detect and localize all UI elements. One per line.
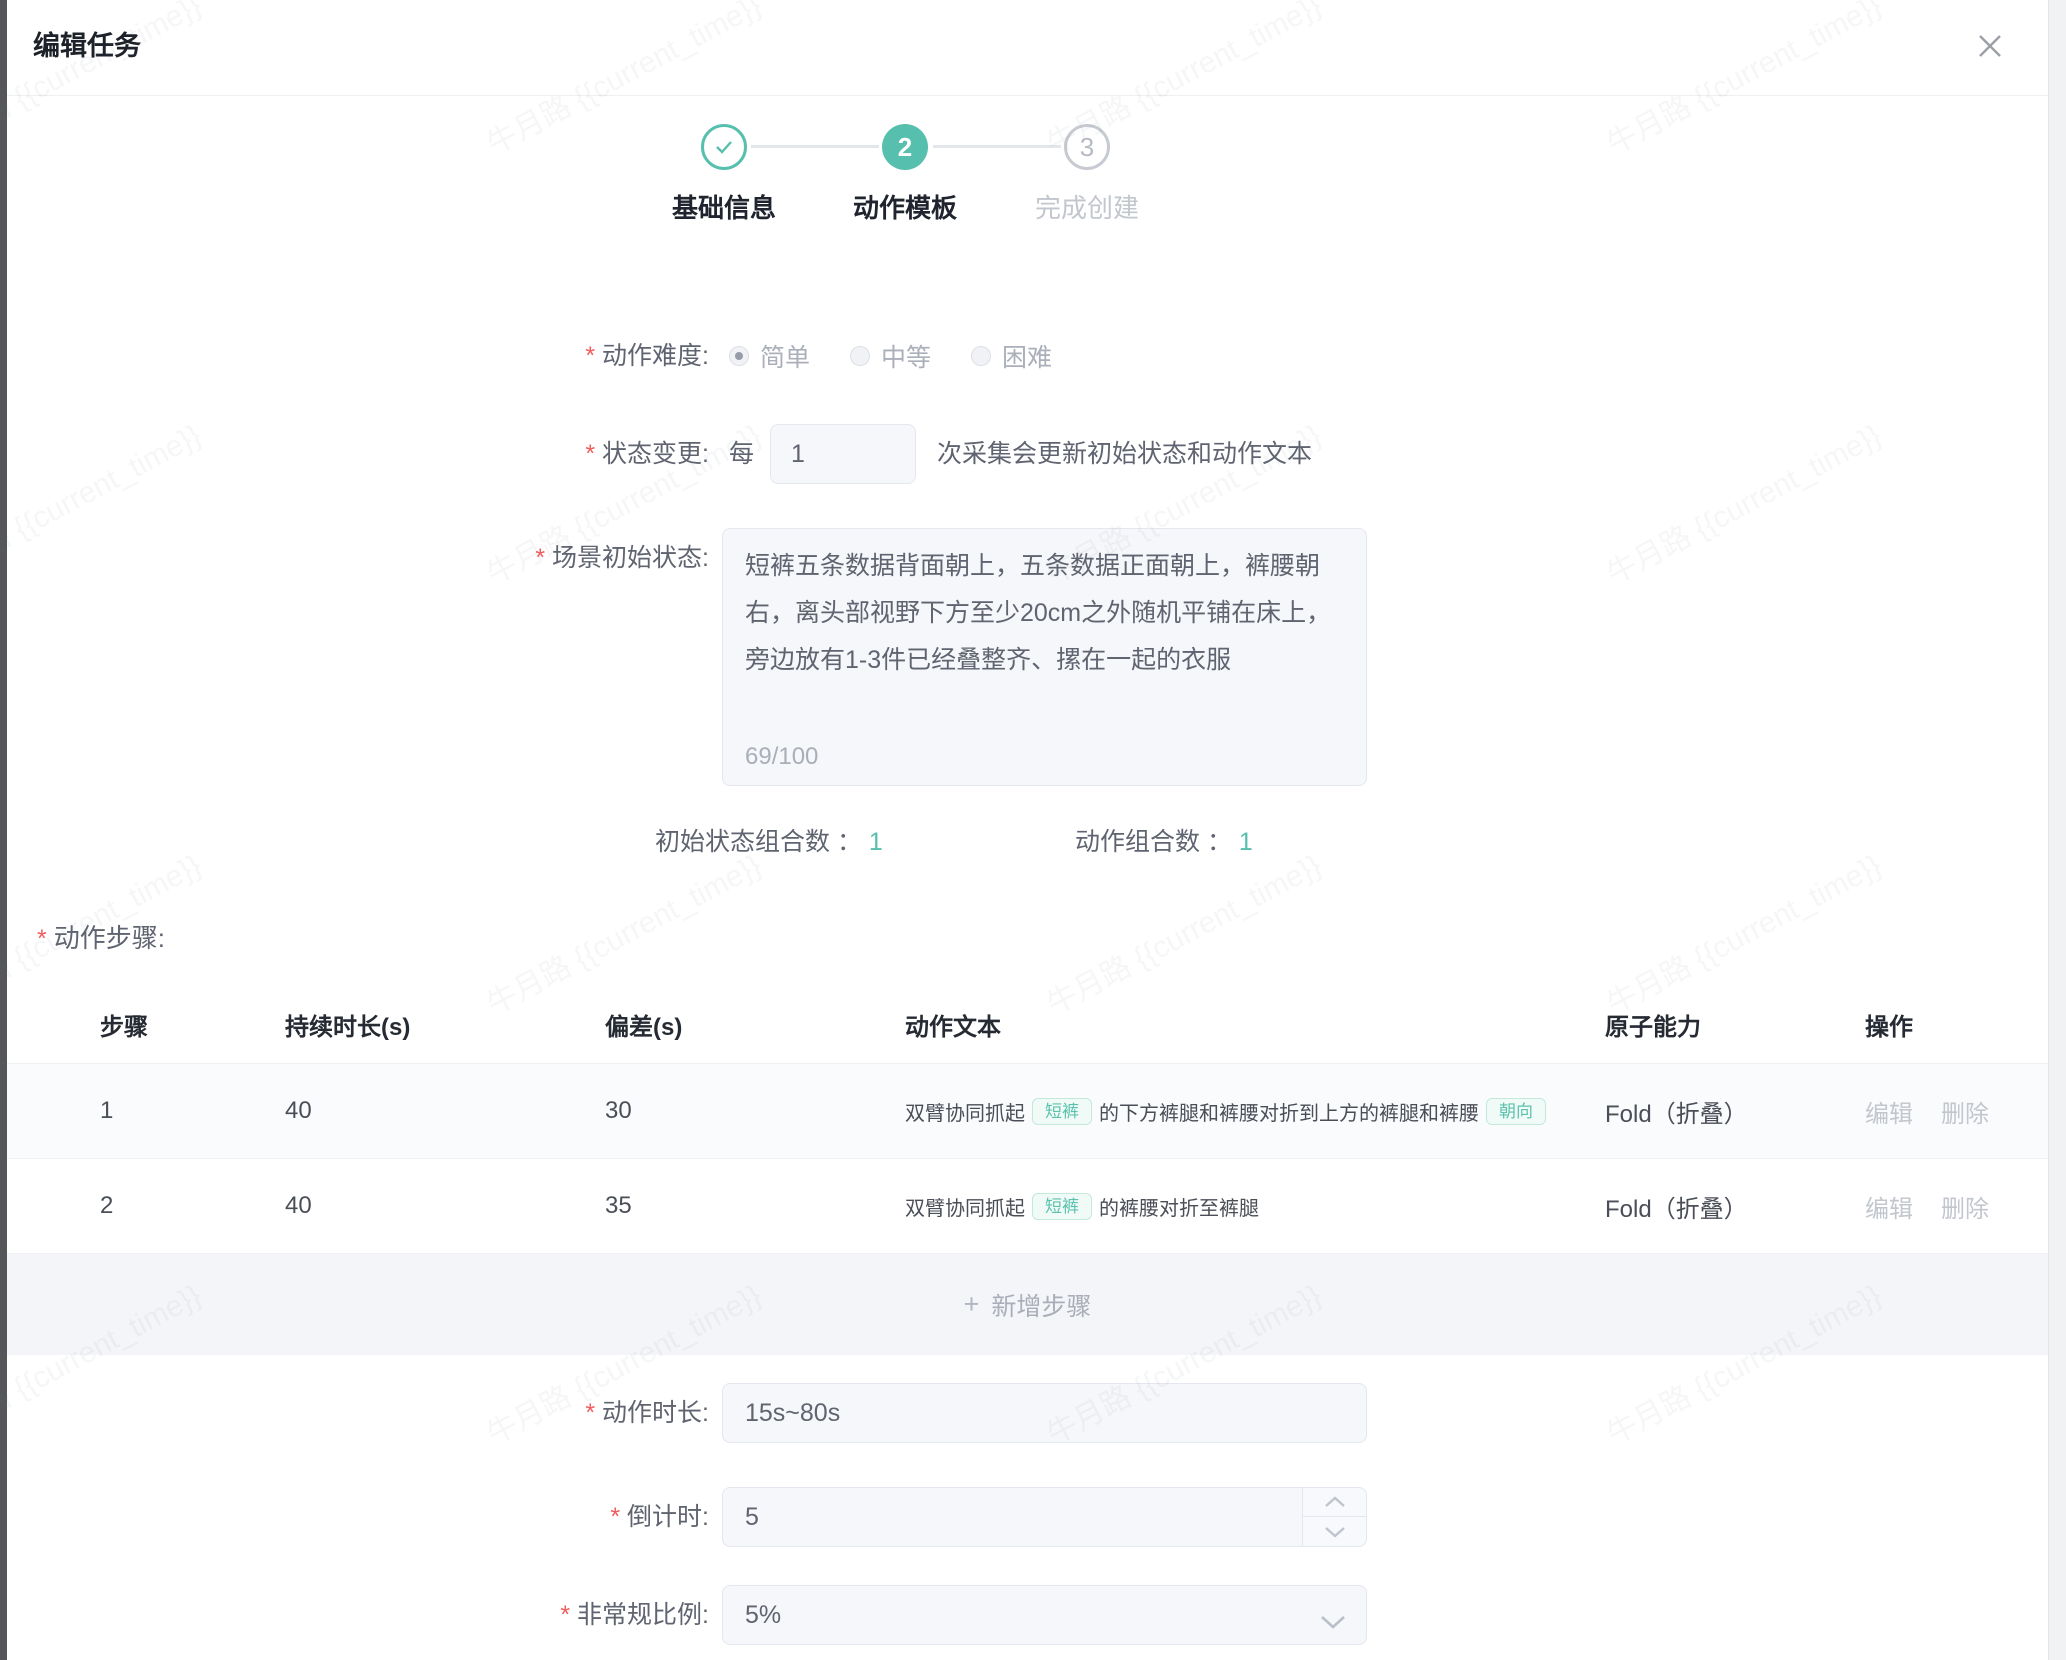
text-fragment: 双臂协同抓起 [905, 1097, 1025, 1126]
state-change-label: *状态变更: [257, 424, 709, 484]
action-combo-count: 动作组合数 ： 1 [1075, 820, 1253, 864]
spinner-down-button[interactable] [1303, 1517, 1366, 1546]
initial-state-label: *场景初始状态: [257, 538, 709, 578]
delete-link[interactable]: 删除 [1941, 1094, 1989, 1129]
stepper: 2 3 基础信息 动作模板 完成创建 [7, 0, 2048, 240]
row-deviation: 35 [605, 1192, 905, 1220]
step-3-label: 完成创建 [977, 188, 1197, 225]
required-asterisk: * [585, 342, 595, 370]
col-ability: 原子能力 [1605, 1007, 1865, 1042]
radio-label: 简单 [760, 338, 810, 374]
radio-label: 中等 [881, 338, 931, 374]
radio-label: 困难 [1002, 338, 1052, 374]
edit-link[interactable]: 编辑 [1865, 1189, 1913, 1224]
unusual-ratio-label: *非常规比例: [257, 1585, 709, 1645]
difficulty-row: *动作难度: 简单 中等 困难 [7, 330, 2048, 382]
countdown-spinner [1302, 1488, 1366, 1546]
step-1-circle [701, 124, 747, 170]
edit-link[interactable]: 编辑 [1865, 1094, 1913, 1129]
initial-state-text: 短裤五条数据背面朝上，五条数据正面朝上，裤腰朝右，离头部视野下方至少20cm之外… [745, 543, 1344, 684]
difficulty-radio-中等[interactable]: 中等 [850, 338, 931, 374]
row-deviation: 30 [605, 1097, 905, 1125]
row-actions: 编辑删除 [1865, 1189, 2048, 1224]
action-steps-table: 步骤 持续时长(s) 偏差(s) 动作文本 原子能力 操作 14030双臂协同抓… [7, 985, 2048, 1355]
chevron-down-icon [1320, 1608, 1346, 1624]
table-row: 24035双臂协同抓起短裤的裤腰对折至裤腿Fold（折叠）编辑删除 [7, 1158, 2048, 1253]
row-action-text: 双臂协同抓起短裤的裤腰对折至裤腿 [905, 1192, 1605, 1221]
col-deviation: 偏差(s) [605, 1007, 905, 1042]
countdown-row: *倒计时: 5 [7, 1487, 2048, 1547]
row-step: 2 [100, 1192, 285, 1220]
row-step: 1 [100, 1097, 285, 1125]
initial-state-row: *场景初始状态: 短裤五条数据背面朝上，五条数据正面朝上，裤腰朝右，离头部视野下… [7, 528, 2048, 786]
row-ability: Fold（折叠） [1605, 1094, 1865, 1129]
row-ability: Fold（折叠） [1605, 1189, 1865, 1224]
text-fragment: 的下方裤腿和裤腰对折到上方的裤腿和裤腰 [1099, 1097, 1479, 1126]
step-3-circle: 3 [1064, 124, 1110, 170]
required-asterisk: * [535, 544, 545, 572]
initial-combo-count: 初始状态组合数 ： 1 [655, 820, 883, 864]
step-connector [933, 145, 1061, 148]
state-change-row: *状态变更: 每 1 次采集会更新初始状态和动作文本 [7, 424, 2048, 484]
required-asterisk: * [560, 1601, 570, 1629]
difficulty-radio-困难[interactable]: 困难 [971, 338, 1052, 374]
spinner-up-button[interactable] [1303, 1488, 1366, 1517]
edit-task-dialog: 编辑任务 2 3 基础信息 动作模板 完成创建 *动作难度: 简单中等困难 *状… [7, 0, 2048, 1660]
step-2-circle: 2 [882, 124, 928, 170]
action-steps-section-label: *动作步骤: [37, 918, 165, 955]
difficulty-radio-简单[interactable]: 简单 [729, 338, 810, 374]
difficulty-label: *动作难度: [257, 330, 709, 382]
countdown-input[interactable]: 5 [722, 1487, 1367, 1547]
radio-icon [971, 346, 991, 366]
initial-state-textarea[interactable]: 短裤五条数据背面朝上，五条数据正面朝上，裤腰朝右，离头部视野下方至少20cm之外… [722, 528, 1367, 786]
page-behind-right-edge [2048, 0, 2066, 1660]
row-action-text: 双臂协同抓起短裤的下方裤腿和裤腰对折到上方的裤腿和裤腰朝向 [905, 1097, 1605, 1126]
col-duration: 持续时长(s) [285, 1007, 605, 1042]
table-header-row: 步骤 持续时长(s) 偏差(s) 动作文本 原子能力 操作 [7, 985, 2048, 1063]
plus-icon: + [964, 1289, 980, 1320]
state-change-suffix: 次采集会更新初始状态和动作文本 [937, 424, 1312, 484]
row-duration: 40 [285, 1097, 605, 1125]
required-asterisk: * [37, 925, 47, 953]
required-asterisk: * [585, 440, 595, 468]
keyword-tag: 朝向 [1486, 1098, 1546, 1125]
difficulty-radio-group: 简单 中等 困难 [729, 330, 1052, 382]
char-counter: 69/100 [745, 743, 818, 771]
action-combo-value: 1 [1239, 828, 1253, 856]
initial-combo-value: 1 [869, 828, 883, 856]
col-operations: 操作 [1865, 1007, 2048, 1042]
radio-icon [850, 346, 870, 366]
table-row: 14030双臂协同抓起短裤的下方裤腿和裤腰对折到上方的裤腿和裤腰朝向Fold（折… [7, 1063, 2048, 1158]
duration-input[interactable]: 15s~80s [722, 1383, 1367, 1443]
required-asterisk: * [610, 1503, 620, 1531]
combo-counts-row: 初始状态组合数 ： 1 动作组合数 ： 1 [7, 820, 2048, 864]
unusual-ratio-row: *非常规比例: 5% [7, 1585, 2048, 1645]
row-actions: 编辑删除 [1865, 1094, 2048, 1129]
delete-link[interactable]: 删除 [1941, 1189, 1989, 1224]
add-step-button[interactable]: + 新增步骤 [7, 1253, 2048, 1355]
page-behind-left-edge [0, 0, 7, 1660]
state-change-input[interactable]: 1 [770, 424, 916, 484]
col-action-text: 动作文本 [905, 1007, 1605, 1042]
radio-selected-icon [729, 346, 749, 366]
keyword-tag: 短裤 [1032, 1193, 1092, 1220]
state-change-prefix: 每 [729, 424, 754, 484]
row-duration: 40 [285, 1192, 605, 1220]
text-fragment: 双臂协同抓起 [905, 1192, 1025, 1221]
col-step: 步骤 [100, 1007, 285, 1042]
duration-label: *动作时长: [257, 1383, 709, 1443]
countdown-label: *倒计时: [257, 1487, 709, 1547]
duration-row: *动作时长: 15s~80s [7, 1383, 2048, 1443]
text-fragment: 的裤腰对折至裤腿 [1099, 1192, 1259, 1221]
step-connector [751, 145, 879, 148]
required-asterisk: * [585, 1399, 595, 1427]
unusual-ratio-select[interactable]: 5% [722, 1585, 1367, 1645]
keyword-tag: 短裤 [1032, 1098, 1092, 1125]
